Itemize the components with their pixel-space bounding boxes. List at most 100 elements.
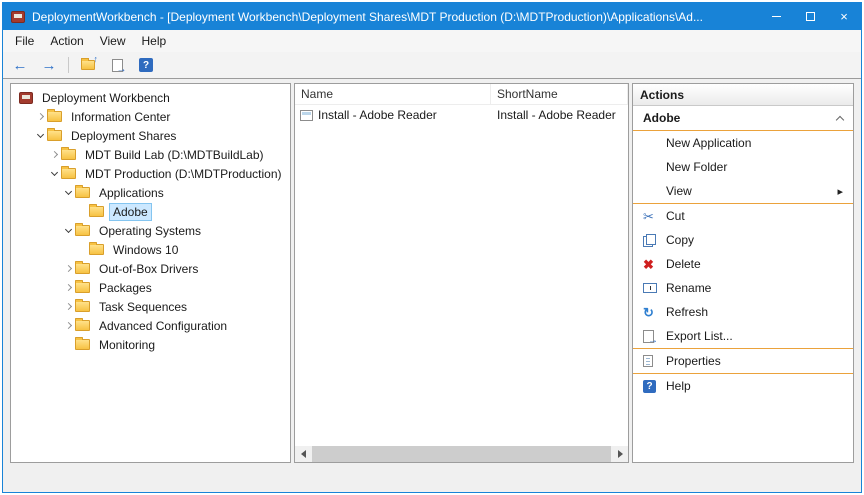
tree-item-mdt-production[interactable]: MDT Production (D:\MDTProduction) [11,164,290,183]
tree-item-monitoring[interactable]: Monitoring [11,335,290,354]
back-button[interactable]: ← [10,55,30,75]
tree-item-packages[interactable]: Packages [11,278,290,297]
folder-icon [75,225,90,236]
tree-item-label: Out-of-Box Drivers [95,260,202,278]
close-button[interactable]: × [827,3,861,30]
action-refresh[interactable]: ↻ Refresh [633,300,853,324]
export-list-icon [112,59,123,72]
tree-item-deployment-shares[interactable]: Deployment Shares [11,126,290,145]
action-icon-slot [643,355,666,367]
list-column-headers: Name ShortName [295,84,628,105]
action-export-list[interactable]: Export List... [633,324,853,348]
action-help[interactable]: ? Help [633,374,853,398]
window-controls: × [759,3,861,30]
refresh-icon: ↻ [643,306,654,319]
action-copy[interactable]: Copy [633,228,853,252]
action-icon-slot: ✖ [643,258,666,271]
tree-item-out-of-box-drivers[interactable]: Out-of-Box Drivers [11,259,290,278]
scroll-left-button[interactable] [295,446,311,462]
collapse-chevron-up-icon[interactable] [836,116,844,124]
tree-item-label: Adobe [109,203,152,221]
horizontal-scrollbar[interactable] [295,446,628,462]
action-label: Properties [666,354,721,368]
help-button[interactable]: ? [136,55,156,75]
expander[interactable] [61,191,75,194]
expander[interactable] [47,172,61,175]
action-icon-slot [643,234,666,247]
list-item-install-adobe-reader[interactable]: Install - Adobe Reader Install - Adobe R… [295,105,628,125]
expander[interactable] [61,266,75,271]
tree-item-information-center[interactable]: Information Center [11,107,290,126]
expander[interactable] [33,114,47,119]
close-icon: × [840,10,848,23]
action-cut[interactable]: ✂ Cut [633,204,853,228]
action-icon-slot [643,283,666,293]
menu-action[interactable]: Action [42,31,91,51]
menu-help[interactable]: Help [134,31,175,51]
action-icon-slot: ↻ [643,306,666,319]
tree-item-adobe[interactable]: Adobe [11,202,290,221]
maximize-button[interactable] [793,3,827,30]
action-label: New Application [666,136,751,150]
action-rename[interactable]: Rename [633,276,853,300]
export-list-button[interactable] [107,55,127,75]
scrollbar-thumb[interactable] [312,446,611,462]
expander[interactable] [47,152,61,157]
deployment-workbench-window: DeploymentWorkbench - [Deployment Workbe… [2,2,862,493]
chevron-down-icon [36,131,43,138]
action-label: New Folder [666,160,727,174]
folder-icon [61,149,76,160]
expander[interactable] [61,229,75,232]
folder-icon [47,111,62,122]
tree-item-operating-systems[interactable]: Operating Systems [11,221,290,240]
menu-view[interactable]: View [92,31,134,51]
tree-item-task-sequences[interactable]: Task Sequences [11,297,290,316]
column-header-shortname[interactable]: ShortName [491,84,628,104]
action-icon-slot [643,330,666,343]
expander[interactable] [61,323,75,328]
menu-file[interactable]: File [7,31,42,51]
chevron-right-icon [64,303,71,310]
help-icon: ? [139,58,153,72]
tree-item-advanced-configuration[interactable]: Advanced Configuration [11,316,290,335]
chevron-right-icon [64,322,71,329]
chevron-down-icon [64,226,71,233]
help-icon: ? [643,380,656,393]
actions-pane: Actions Adobe New Application New Folder… [632,83,854,463]
forward-button[interactable]: → [39,55,59,75]
results-list-pane: Name ShortName Install - Adobe Reader In… [294,83,629,463]
minimize-button[interactable] [759,3,793,30]
action-label: View [666,184,692,198]
maximize-icon [806,12,815,21]
action-delete[interactable]: ✖ Delete [633,252,853,276]
action-new-application[interactable]: New Application [633,131,853,155]
scroll-right-button[interactable] [612,446,628,462]
tree-item-applications[interactable]: Applications [11,183,290,202]
expander[interactable] [61,304,75,309]
folder-icon [75,187,90,198]
action-label: Delete [666,257,701,271]
expander[interactable] [33,134,47,137]
tree-item-deployment-workbench[interactable]: Deployment Workbench [11,88,290,107]
application-name: Install - Adobe Reader [318,108,437,122]
up-one-level-button[interactable] [78,55,98,75]
action-new-folder[interactable]: New Folder [633,155,853,179]
title-bar: DeploymentWorkbench - [Deployment Workbe… [3,3,861,30]
expander[interactable] [61,285,75,290]
folder-icon [75,282,90,293]
column-header-name[interactable]: Name [295,84,491,104]
actions-group-adobe[interactable]: Adobe [633,106,853,131]
rename-icon [643,283,657,293]
tree-item-windows-10[interactable]: Windows 10 [11,240,290,259]
actions-group-label: Adobe [643,111,680,125]
action-view[interactable]: View ▸ [633,179,853,203]
tree-item-label: Applications [95,184,168,202]
tree-item-label: MDT Build Lab (D:\MDTBuildLab) [81,146,268,164]
list-cell-name: Install - Adobe Reader [295,108,491,122]
toolbar-separator [68,57,69,73]
tree-item-label: Monitoring [95,336,159,354]
window-title: DeploymentWorkbench - [Deployment Workbe… [32,10,703,24]
folder-icon [89,206,104,217]
tree-item-mdt-build-lab[interactable]: MDT Build Lab (D:\MDTBuildLab) [11,145,290,164]
action-properties[interactable]: Properties [633,349,853,373]
